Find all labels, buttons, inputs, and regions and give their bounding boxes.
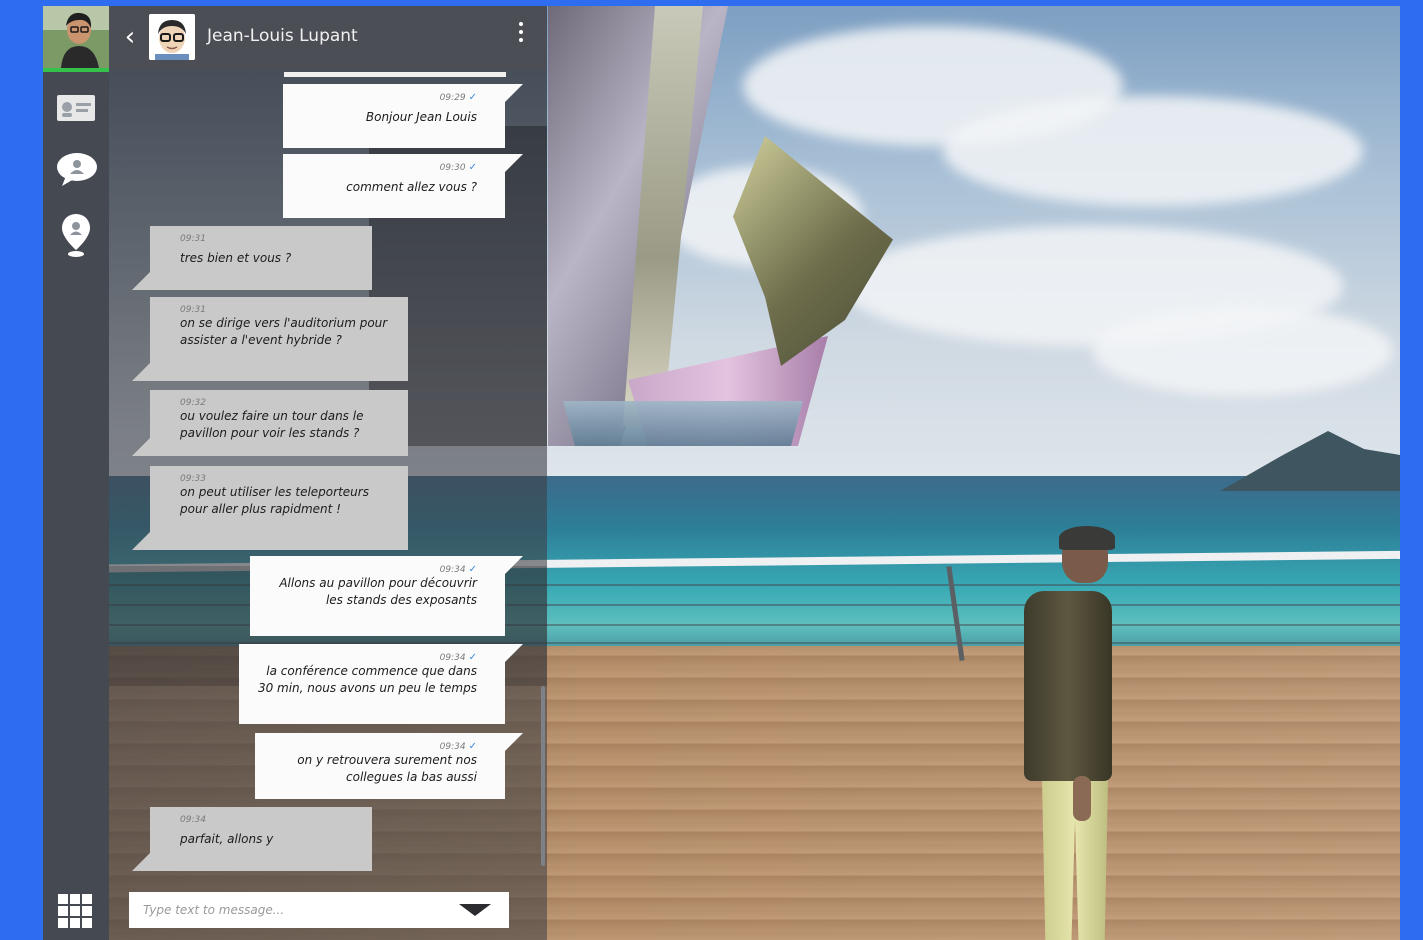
back-button[interactable]: ‹ — [119, 22, 141, 52]
map-pin-icon — [62, 214, 90, 257]
message-bubble-outgoing[interactable]: 09:30 ✓ comment allez vous ? — [283, 154, 523, 218]
chat-header: ‹ Jean-Louis Lupant — [109, 6, 547, 70]
message-time: 09:34 ✓ — [260, 564, 477, 575]
grid-icon — [58, 894, 68, 904]
message-time-text: 09:29 — [439, 93, 466, 103]
check-icon: ✓ — [468, 564, 477, 575]
message-time: 09:34 — [180, 815, 206, 825]
user-avatar[interactable] — [43, 6, 109, 68]
previous-message-edge — [284, 72, 506, 77]
online-status-bar — [43, 68, 109, 72]
app-frame: ‹ Jean-Louis Lupant 09:29 ✓ Bonjour Jean… — [43, 6, 1400, 940]
message-text: Bonjour Jean Louis — [365, 110, 477, 124]
message-bubble-incoming[interactable]: 09:33 on peut utiliser les teleporteurs … — [132, 466, 408, 550]
message-text: Allons au pavillon pour découvrir les st… — [279, 576, 477, 607]
message-composer — [129, 892, 509, 928]
grid-cell — [58, 906, 68, 916]
message-time: 09:29 ✓ — [293, 92, 477, 103]
message-bubble-incoming[interactable]: 09:32 ou voulez faire un tour dans le pa… — [132, 390, 408, 456]
grid-cell — [82, 918, 92, 928]
avatar-icon — [43, 6, 109, 68]
apps-grid-button[interactable] — [58, 894, 92, 928]
message-bubble-incoming[interactable]: 09:34 parfait, allons y — [132, 807, 372, 871]
contact-card-icon — [57, 95, 95, 121]
message-bubble-outgoing[interactable]: 09:34 ✓ on y retrouvera surement nos coll… — [255, 733, 523, 799]
cloud — [943, 96, 1363, 206]
message-time-text: 09:34 — [439, 653, 466, 663]
contact-avatar[interactable] — [149, 14, 195, 60]
message-time: 09:32 — [180, 398, 206, 408]
contact-name: Jean-Louis Lupant — [207, 26, 358, 46]
grid-cell — [82, 894, 92, 904]
grid-cell — [70, 918, 80, 928]
message-time-text: 09:30 — [439, 163, 466, 173]
more-vertical-icon — [517, 22, 525, 42]
chat-button[interactable] — [56, 152, 98, 192]
message-bubble-incoming[interactable]: 09:31 tres bien et vous ? — [132, 226, 372, 290]
check-icon: ✓ — [468, 741, 477, 752]
avatar-cap — [1059, 526, 1115, 550]
message-time: 09:34 ✓ — [265, 741, 477, 752]
grid-cell — [70, 894, 80, 904]
message-time: 09:31 — [180, 305, 206, 315]
chevron-left-icon: ‹ — [124, 22, 136, 52]
message-text: parfait, allons y — [180, 832, 274, 846]
message-time-text: 09:34 — [439, 742, 466, 752]
message-bubble-outgoing[interactable]: 09:34 ✓ la conférence commence que dans 3… — [239, 644, 523, 724]
avatar-icon — [149, 14, 195, 60]
message-time: 09:31 — [180, 234, 206, 244]
more-options-button[interactable] — [517, 22, 525, 52]
message-time: 09:33 — [180, 474, 206, 484]
contacts-button[interactable] — [56, 94, 96, 126]
location-button[interactable] — [60, 212, 92, 262]
left-nav-rail — [43, 6, 109, 940]
message-input[interactable] — [129, 892, 459, 928]
message-text: comment allez vous ? — [346, 180, 477, 194]
message-text: la conférence commence que dans 30 min, … — [257, 664, 477, 695]
message-time: 09:34 ✓ — [249, 652, 477, 663]
message-bubble-incoming[interactable]: 09:31 on se dirige vers l'auditorium pou… — [132, 297, 408, 381]
message-text: on se dirige vers l'auditorium pour assi… — [180, 316, 388, 347]
grid-cell — [58, 918, 68, 928]
message-text: tres bien et vous ? — [180, 251, 292, 265]
send-button[interactable] — [459, 904, 491, 916]
grid-cell — [82, 906, 92, 916]
message-bubble-outgoing[interactable]: 09:34 ✓ Allons au pavillon pour découvrir… — [250, 556, 523, 636]
message-text: on y retrouvera surement nos collegues l… — [297, 753, 477, 784]
message-bubble-outgoing[interactable]: 09:29 ✓ Bonjour Jean Louis — [283, 84, 523, 148]
avatar-hand — [1073, 776, 1091, 821]
chat-panel: ‹ Jean-Louis Lupant 09:29 ✓ Bonjour Jean… — [109, 6, 547, 940]
avatar-body — [1024, 591, 1112, 781]
check-icon: ✓ — [468, 652, 477, 663]
pavilion-glass-roof — [563, 401, 803, 446]
message-time: 09:30 ✓ — [293, 162, 477, 173]
check-icon: ✓ — [468, 92, 477, 103]
chat-scrollbar[interactable] — [541, 686, 545, 866]
grid-cell — [70, 906, 80, 916]
message-text: ou voulez faire un tour dans le pavillon… — [180, 409, 364, 440]
cloud — [1093, 306, 1393, 396]
chat-bubble-icon — [57, 153, 97, 186]
message-text: on peut utiliser les teleporteurs pour a… — [180, 485, 369, 516]
message-time-text: 09:34 — [439, 565, 466, 575]
check-icon: ✓ — [468, 162, 477, 173]
